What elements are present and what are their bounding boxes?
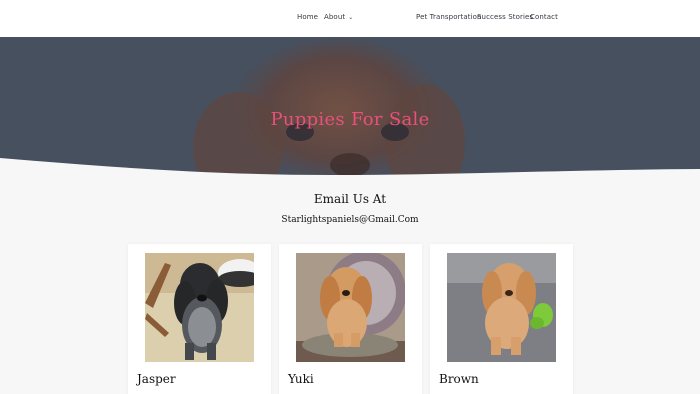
- puppy-card[interactable]: Jasper: [128, 244, 271, 394]
- nav-home[interactable]: Home: [297, 13, 318, 21]
- email-address-link[interactable]: Starlightspaniels@Gmail.Com: [0, 215, 700, 225]
- puppy-card[interactable]: Yuki: [279, 244, 422, 394]
- nav-success-stories[interactable]: Success Stories: [477, 13, 533, 21]
- email-heading: Email Us At: [313, 192, 387, 206]
- puppy-card[interactable]: Brown: [430, 244, 573, 394]
- nav-pet-transportation[interactable]: Pet Transportation: [416, 13, 482, 21]
- puppy-photo-brown[interactable]: [447, 253, 556, 362]
- puppy-name[interactable]: Brown: [439, 372, 479, 386]
- chevron-down-icon: ⌄: [348, 14, 354, 21]
- nav-about-label: About: [324, 13, 346, 21]
- puppy-name[interactable]: Yuki: [288, 372, 314, 386]
- hero-wave-divider: [0, 158, 700, 179]
- hero-banner: Puppies For Sale: [0, 37, 700, 179]
- nav-contact[interactable]: Contact: [530, 13, 558, 21]
- puppy-photo-jasper[interactable]: [145, 253, 254, 362]
- puppy-photo-yuki[interactable]: [296, 253, 405, 362]
- puppy-name[interactable]: Jasper: [137, 372, 176, 386]
- nav-about[interactable]: About ⌄: [324, 13, 353, 21]
- site-header: Home About ⌄ Pet Transportation Success S…: [0, 0, 700, 37]
